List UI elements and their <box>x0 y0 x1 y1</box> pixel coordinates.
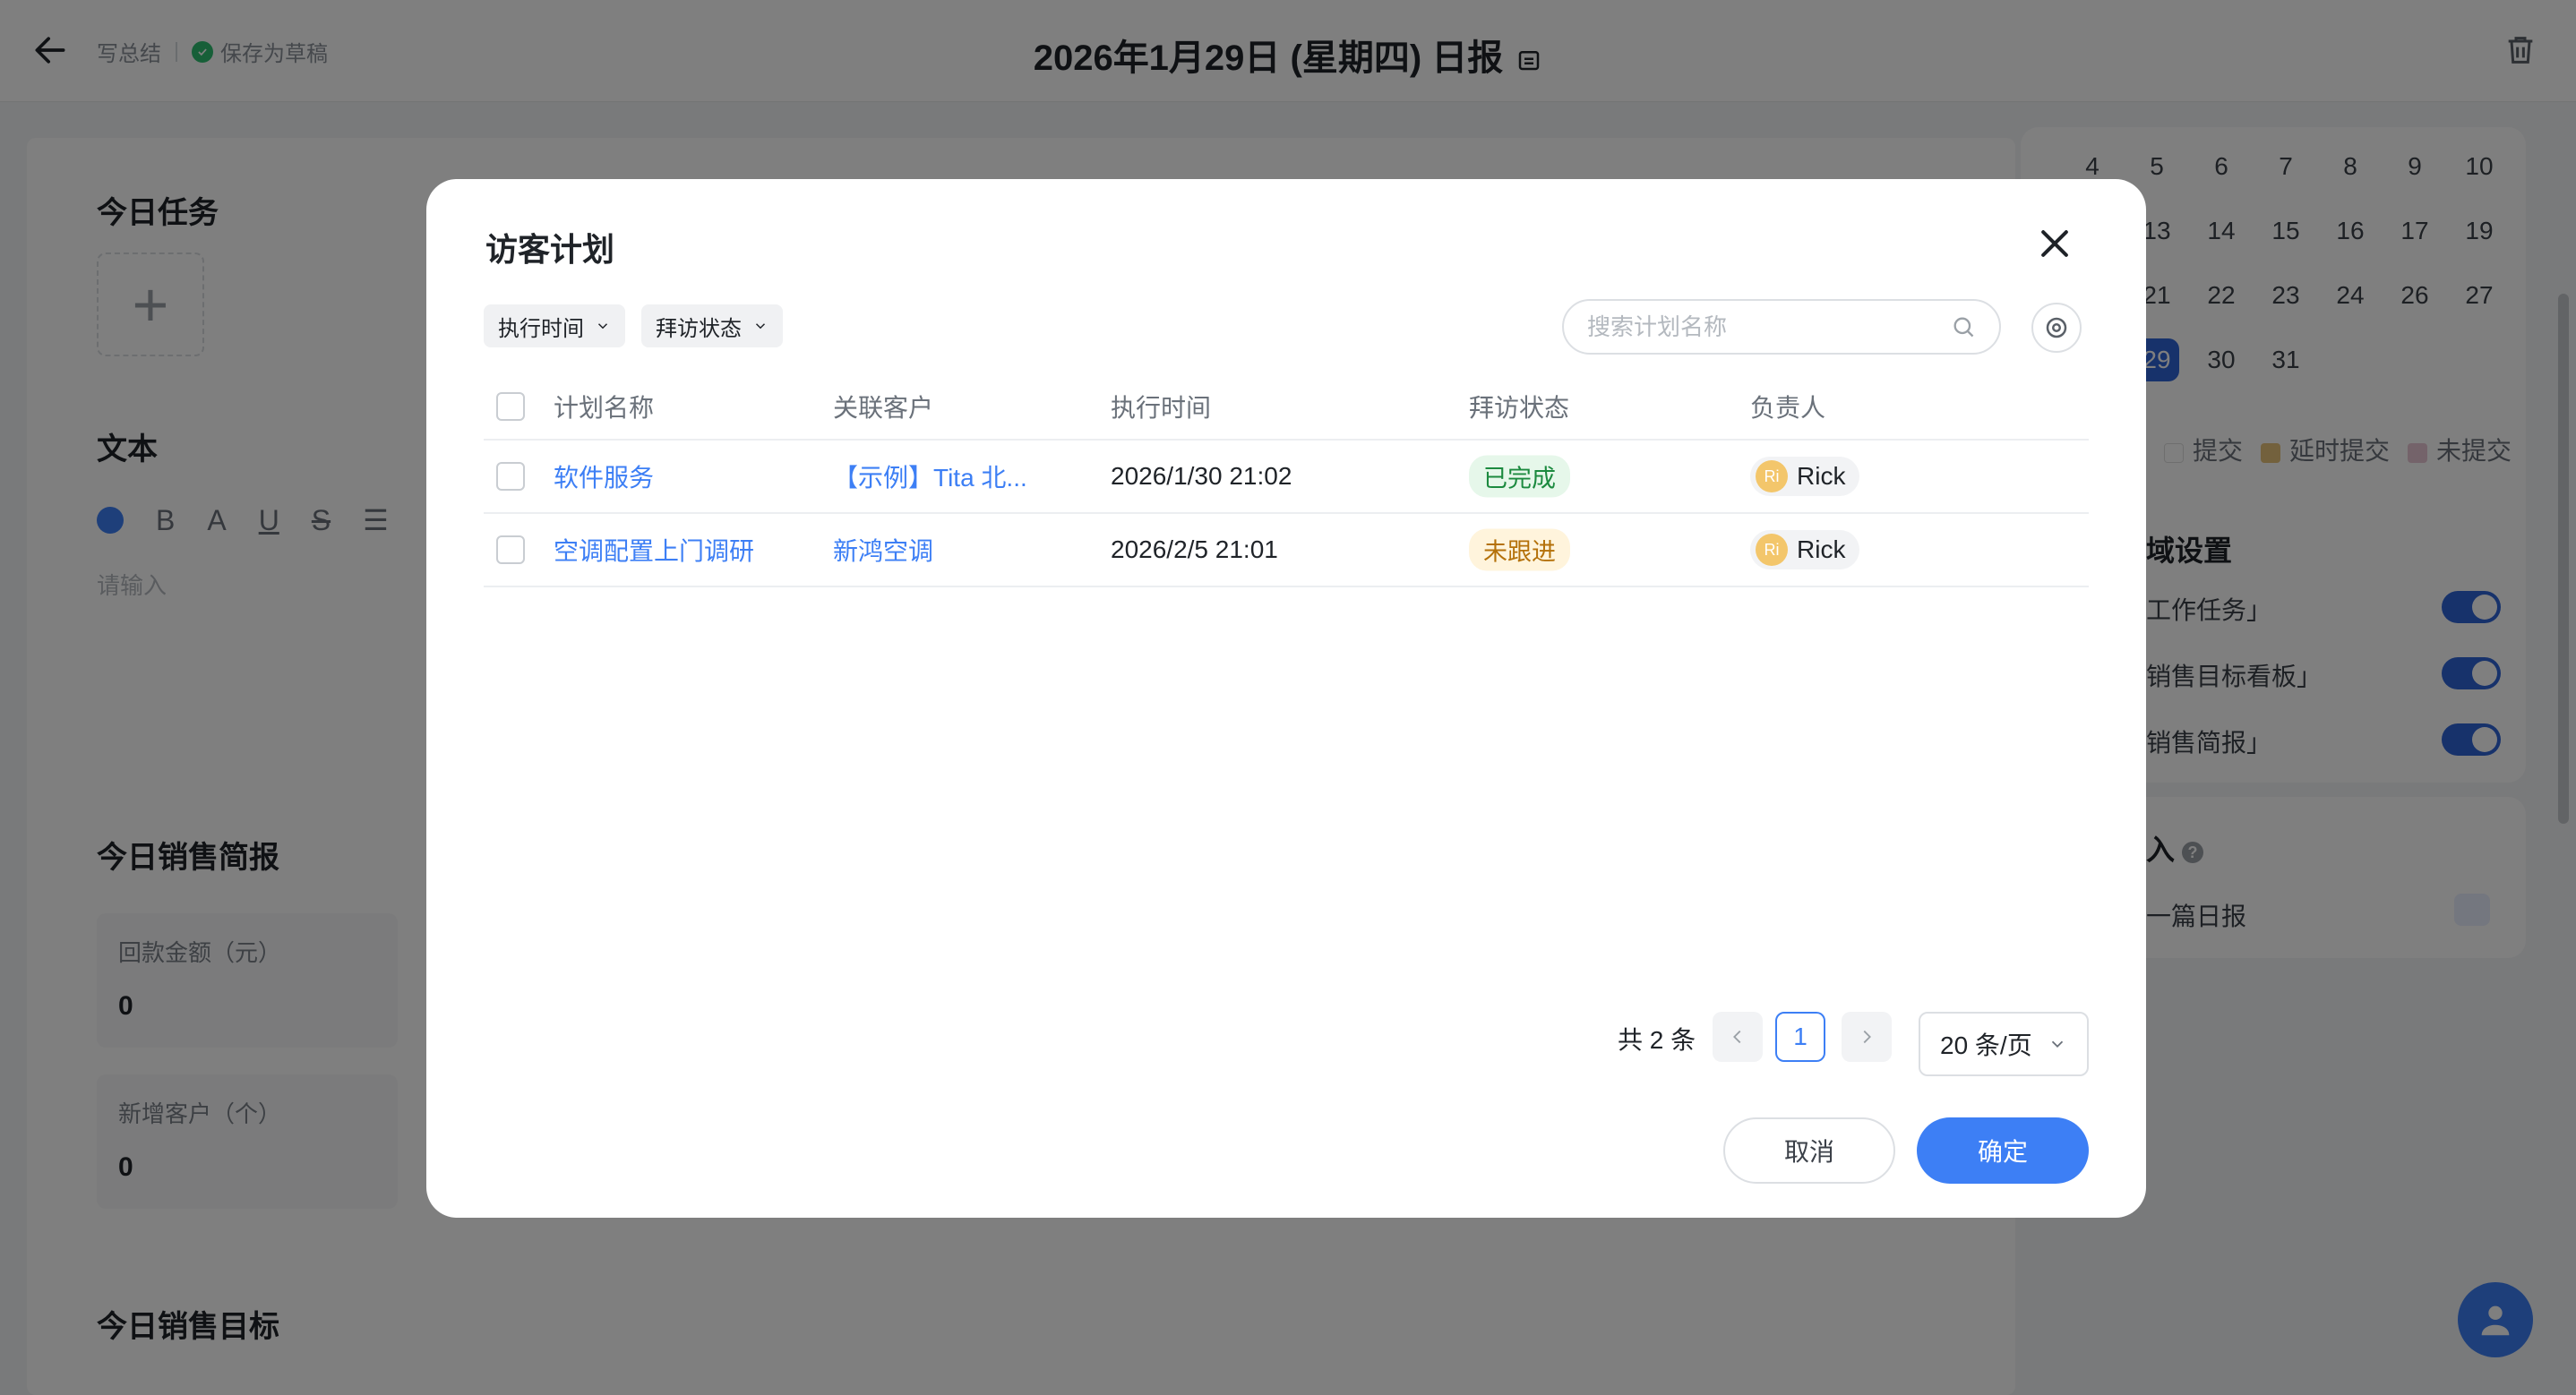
plan-name-link[interactable]: 软件服务 <box>554 458 654 494</box>
page-number-current[interactable]: 1 <box>1775 1012 1825 1062</box>
chevron-right-icon <box>1863 1030 1871 1044</box>
close-icon[interactable] <box>2035 224 2074 263</box>
cancel-button[interactable]: 取消 <box>1723 1117 1895 1184</box>
owner-name: Rick <box>1797 535 1846 563</box>
row-checkbox[interactable] <box>496 535 525 564</box>
page-size-value: 20 条/页 <box>1940 1031 2032 1059</box>
filter-label: 执行时间 <box>498 316 584 341</box>
search-box <box>1562 299 2001 355</box>
column-header-time: 执行时间 <box>1111 394 1212 422</box>
column-header-customer: 关联客户 <box>833 394 934 422</box>
prev-page-button[interactable] <box>1713 1012 1763 1062</box>
owner-name: Rick <box>1797 462 1846 490</box>
plan-name-link[interactable]: 空调配置上门调研 <box>554 532 754 568</box>
confirm-button[interactable]: 确定 <box>1917 1117 2089 1184</box>
chevron-down-icon <box>597 323 608 329</box>
next-page-button[interactable] <box>1842 1012 1892 1062</box>
customer-link[interactable]: 【示例】Tita 北... <box>833 458 1027 494</box>
column-header-owner: 负责人 <box>1750 394 1826 422</box>
search-icon[interactable] <box>1951 314 1976 339</box>
column-header-name: 计划名称 <box>554 394 655 422</box>
avatar: Ri <box>1756 460 1788 492</box>
execution-time: 2026/2/5 21:01 <box>1111 535 1278 563</box>
avatar: Ri <box>1756 534 1788 566</box>
table-row[interactable]: 软件服务 【示例】Tita 北... 2026/1/30 21:02 已完成 R… <box>484 441 2089 514</box>
status-badge: 已完成 <box>1469 455 1570 498</box>
row-checkbox[interactable] <box>496 462 525 491</box>
table-header: 计划名称 关联客户 执行时间 拜访状态 负责人 <box>484 374 2089 441</box>
chevron-left-icon <box>1733 1030 1741 1044</box>
dialog-title: 访客计划 <box>485 231 615 268</box>
filter-execution-time[interactable]: 执行时间 <box>484 304 625 347</box>
filter-label: 拜访状态 <box>656 316 742 341</box>
settings-icon <box>2046 317 2067 338</box>
chevron-down-icon <box>755 323 766 329</box>
plan-table: 计划名称 关联客户 执行时间 拜访状态 负责人 软件服务 【示例】Tita 北.… <box>484 374 2089 587</box>
customer-link[interactable]: 新鸿空调 <box>833 532 933 568</box>
execution-time: 2026/1/30 21:02 <box>1111 462 1292 490</box>
page-size-select[interactable]: 20 条/页 <box>1919 1012 2089 1076</box>
owner-chip: Ri Rick <box>1750 530 1860 569</box>
select-all-checkbox[interactable] <box>496 392 525 421</box>
status-badge: 未跟进 <box>1469 528 1570 571</box>
chevron-down-icon <box>2051 1040 2064 1048</box>
pagination-total: 共 2 条 <box>1618 1026 1696 1054</box>
search-input[interactable] <box>1587 312 1945 341</box>
visitor-plan-dialog: 访客计划 执行时间 拜访状态 计划名称 关联客户 执行时间 拜访状态 负责人 软… <box>426 179 2146 1218</box>
column-settings-button[interactable] <box>2031 303 2082 353</box>
table-row[interactable]: 空调配置上门调研 新鸿空调 2026/2/5 21:01 未跟进 Ri Rick <box>484 514 2089 587</box>
filter-visit-status[interactable]: 拜访状态 <box>641 304 783 347</box>
column-header-status: 拜访状态 <box>1469 394 1570 422</box>
owner-chip: Ri Rick <box>1750 457 1860 496</box>
